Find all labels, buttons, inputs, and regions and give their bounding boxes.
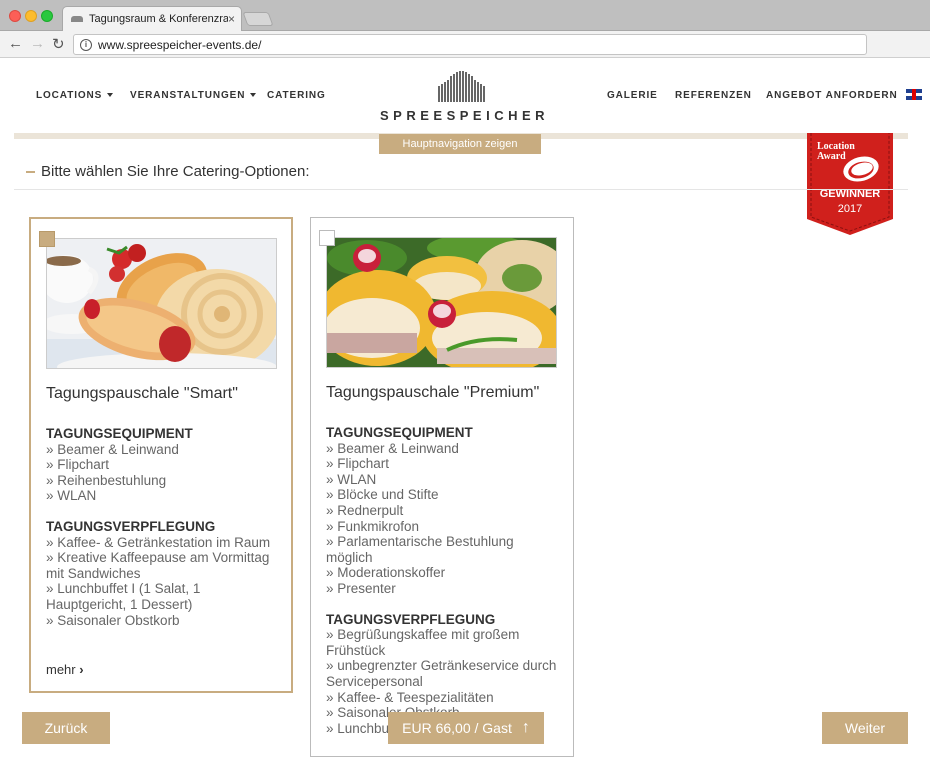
close-window-button[interactable]: [9, 10, 21, 22]
browser-tab-bar: Tagungsraum & Konferenzraum ×: [0, 0, 930, 31]
logo-text: SPREESPEICHER: [380, 108, 550, 123]
more-link[interactable]: mehr ›: [46, 662, 84, 677]
sandwiches-photo: [326, 237, 557, 368]
price-label: EUR 66,00 / Gast: [402, 720, 512, 736]
nav-angebot-anfordern[interactable]: ANGEBOT ANFORDERN: [766, 90, 898, 101]
list-item: » Moderationskoffer: [326, 565, 446, 581]
address-bar[interactable]: i www.spreespeicher-events.de/: [73, 34, 867, 55]
nav-label: LOCATIONS: [36, 90, 103, 101]
feature-group: TAGUNGSVERPFLEGUNG » Kaffee- & Getränkes…: [46, 519, 281, 628]
nav-label: GALERIE: [607, 90, 658, 101]
arrow-up-icon: ↑: [521, 719, 530, 736]
back-arrow-icon[interactable]: ←: [8, 35, 23, 52]
nav-label: CATERING: [267, 90, 326, 101]
close-tab-icon[interactable]: ×: [228, 12, 235, 26]
nav-locations[interactable]: LOCATIONS: [36, 90, 114, 101]
nav-galerie[interactable]: GALERIE: [607, 90, 658, 101]
nav-veranstaltungen[interactable]: VERANSTALTUNGEN: [130, 90, 257, 101]
next-button[interactable]: Weiter: [822, 712, 908, 744]
card-title: Tagungspauschale "Premium": [326, 384, 540, 401]
nav-label: VERANSTALTUNGEN: [130, 90, 246, 101]
list-item: » Beamer & Leinwand: [46, 441, 179, 457]
uk-flag-icon[interactable]: [906, 89, 922, 100]
award-year: 2017: [837, 203, 863, 215]
list-item: » Kaffee- & Getränkestation im Raum: [46, 534, 271, 550]
caret-down-icon: [250, 93, 257, 98]
location-award-badge[interactable]: Location Award GEWINNER 2017: [807, 133, 893, 235]
card-description: TAGUNGSEQUIPMENT » Beamer & Leinwand » F…: [46, 426, 281, 643]
list-item: » unbegrenzter Getränkeservice durch Ser…: [326, 658, 557, 689]
nav-catering[interactable]: CATERING: [267, 90, 326, 101]
nav-label: REFERENZEN: [675, 90, 752, 101]
show-main-nav-button[interactable]: Hauptnavigation zeigen: [379, 134, 541, 154]
list-item: » WLAN: [326, 471, 377, 487]
list-item: » Presenter: [326, 580, 396, 596]
list-item: » Kaffee- & Teespezialitäten: [326, 689, 494, 705]
site-header: LOCATIONS VERANSTALTUNGEN CATERING SPREE…: [0, 58, 930, 133]
catering-option-card-smart[interactable]: Tagungspauschale "Smart" TAGUNGSEQUIPMEN…: [29, 217, 293, 693]
card-description: TAGUNGSEQUIPMENT » Beamer & Leinwand » F…: [326, 425, 561, 751]
list-item: » Rednerpult: [326, 502, 404, 518]
award-title: Location Award: [817, 141, 855, 162]
list-item: » Blöcke und Stifte: [326, 487, 439, 503]
pastries-photo: [46, 238, 277, 369]
nav-referenzen[interactable]: REFERENZEN: [675, 90, 752, 101]
list-item: » Saisonaler Obstkorb: [46, 612, 180, 628]
favicon-icon: [71, 16, 83, 22]
list-item: » Beamer & Leinwand: [326, 440, 459, 456]
minimize-window-button[interactable]: [25, 10, 37, 22]
price-summary-button[interactable]: EUR 66,00 / Gast ↑: [388, 712, 544, 744]
list-item: » Flipchart: [46, 457, 110, 473]
list-item: » WLAN: [46, 488, 97, 504]
section-heading[interactable]: Bitte wählen Sie Ihre Catering-Optionen:: [26, 163, 309, 180]
section-divider: [14, 189, 908, 190]
chevron-right-icon: ›: [79, 662, 84, 677]
list-item: » Parlamentarische Bestuhlung möglich: [326, 534, 514, 565]
caret-down-icon: [107, 93, 114, 98]
forward-arrow-icon[interactable]: →: [30, 35, 45, 52]
nav-label: ANGEBOT ANFORDERN: [766, 90, 898, 101]
list-item: » Begrüßungskaffee mit großem Frühstück: [326, 627, 520, 658]
list-item: » Flipchart: [326, 456, 390, 472]
card-title: Tagungspauschale "Smart": [46, 385, 238, 402]
feature-group: TAGUNGSEQUIPMENT » Beamer & Leinwand » F…: [46, 426, 281, 504]
new-tab-button[interactable]: [242, 12, 274, 26]
logo-building-icon: [380, 70, 542, 102]
group-heading: TAGUNGSEQUIPMENT: [326, 425, 473, 440]
list-item: » Kreative Kaffeepause am Vormittag mit …: [46, 550, 270, 581]
group-heading: TAGUNGSVERPFLEGUNG: [326, 611, 496, 627]
collapse-icon: [26, 170, 35, 173]
feature-group: TAGUNGSEQUIPMENT » Beamer & Leinwand » F…: [326, 425, 561, 597]
option-checkbox[interactable]: [319, 230, 335, 246]
url-text: www.spreespeicher-events.de/: [98, 37, 262, 52]
list-item: » Funkmikrofon: [326, 518, 420, 534]
option-checkbox[interactable]: [39, 231, 55, 247]
more-label: mehr: [46, 662, 76, 677]
catering-option-card-premium[interactable]: Tagungspauschale "Premium" TAGUNGSEQUIPM…: [310, 217, 574, 757]
list-item: » Reihenbestuhlung: [46, 472, 167, 488]
browser-tab[interactable]: Tagungsraum & Konferenzraum ×: [62, 6, 242, 31]
section-title-text: Bitte wählen Sie Ihre Catering-Optionen:: [41, 163, 310, 180]
reload-icon[interactable]: ↻: [52, 35, 65, 53]
back-button[interactable]: Zurück: [22, 712, 110, 744]
browser-toolbar: ← → ↻ i www.spreespeicher-events.de/: [0, 31, 930, 58]
list-item: » Lunchbuffet I (1 Salat, 1 Hauptgericht…: [46, 581, 201, 612]
maximize-window-button[interactable]: [41, 10, 53, 22]
group-heading: TAGUNGSEQUIPMENT: [46, 426, 193, 441]
group-heading: TAGUNGSVERPFLEGUNG: [46, 518, 216, 534]
site-logo[interactable]: SPREESPEICHER: [380, 70, 550, 123]
info-icon[interactable]: i: [80, 38, 92, 51]
tab-title: Tagungsraum & Konferenzraum: [89, 13, 228, 25]
